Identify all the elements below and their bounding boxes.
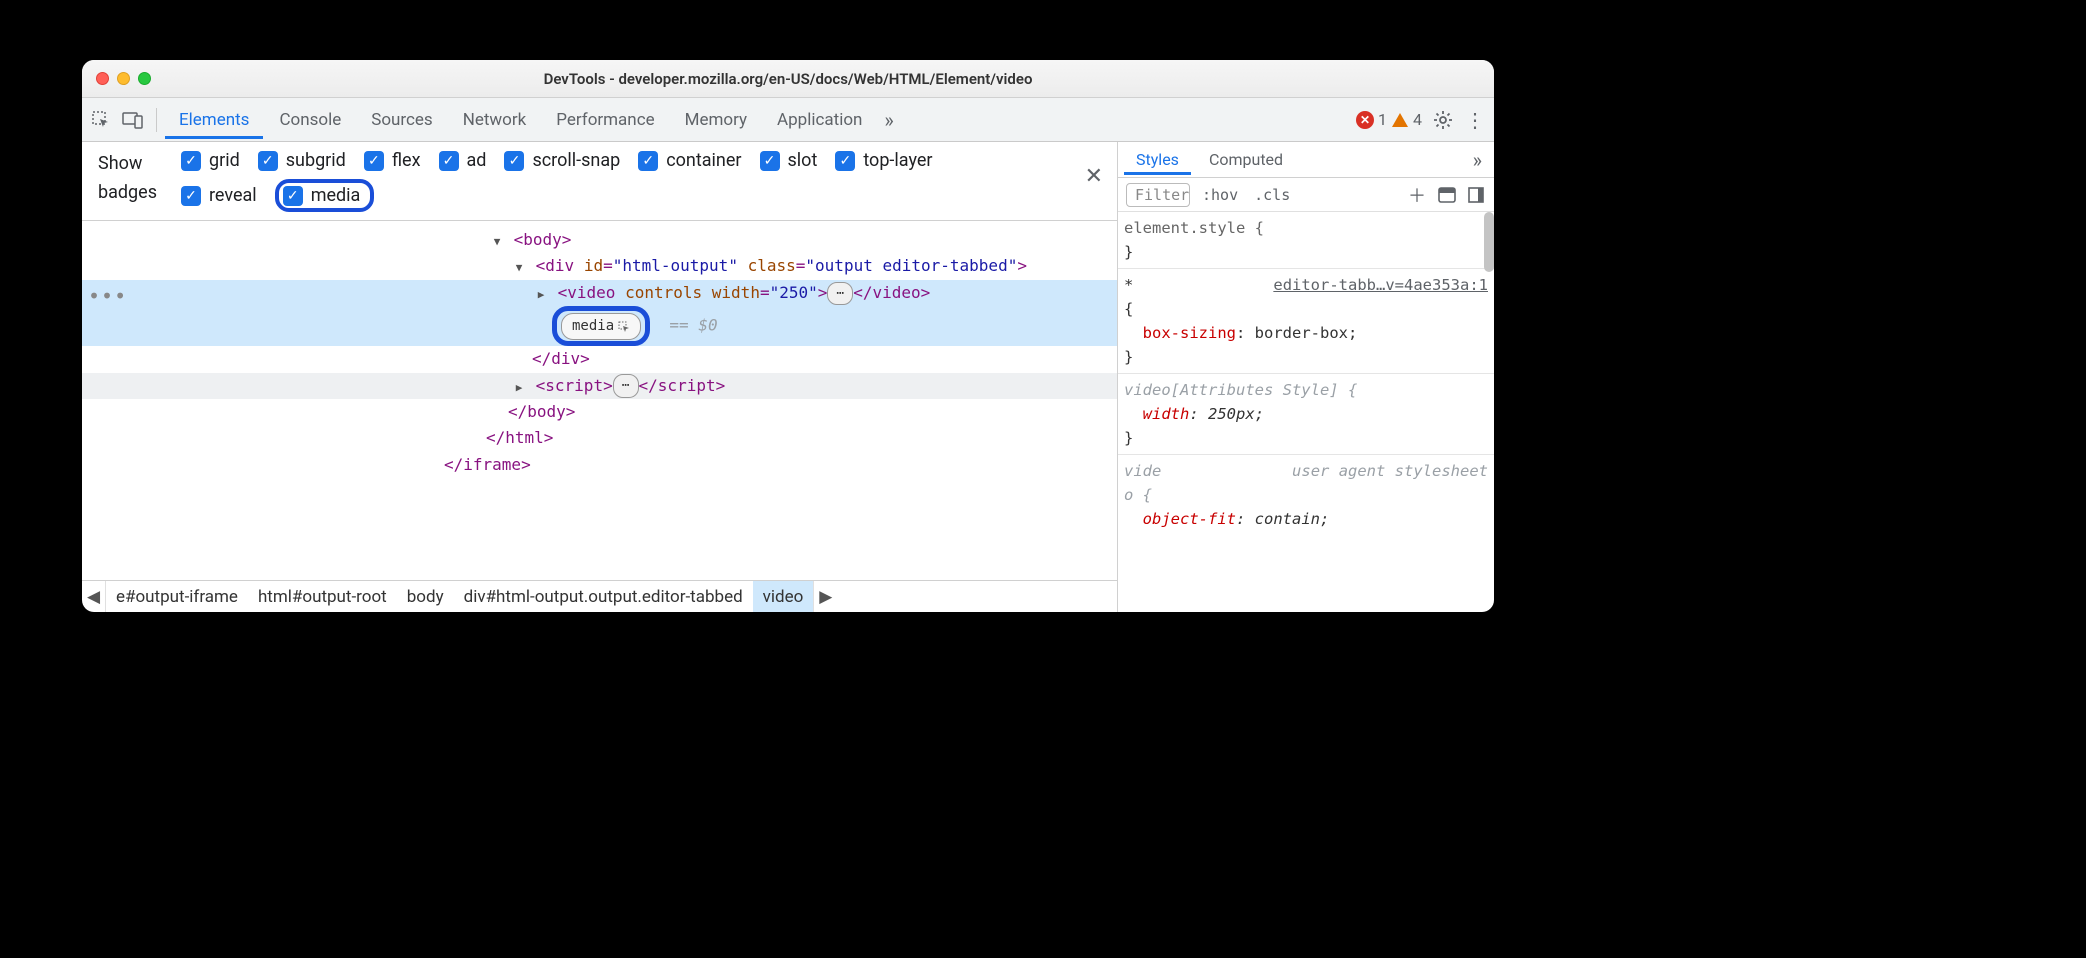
breadcrumb-item[interactable]: e#output-iframe [106,581,248,612]
breadcrumb-scroll-right[interactable]: ▶ [813,581,837,612]
tree-node-body-close[interactable]: </body> [82,399,1117,425]
warning-icon [1391,111,1409,129]
warning-count: 4 [1413,110,1422,129]
badges-panel: Show badges ✓grid ✓subgrid ✓flex ✓ad ✓sc… [82,142,1117,221]
tab-styles[interactable]: Styles [1124,144,1191,175]
window-title: DevTools - developer.mozilla.org/en-US/d… [82,70,1494,88]
close-window-button[interactable] [96,72,109,85]
tab-console[interactable]: Console [265,101,355,139]
caret-down-icon[interactable] [512,253,526,279]
issue-counts[interactable]: ✕ 1 4 [1352,110,1426,129]
zoom-window-button[interactable] [138,72,151,85]
more-tabs-icon[interactable]: » [878,108,899,132]
checkbox-icon: ✓ [835,151,855,171]
traffic-lights [82,72,151,85]
badge-scroll-snap[interactable]: ✓scroll-snap [504,150,620,171]
tab-elements[interactable]: Elements [165,101,263,139]
tab-network[interactable]: Network [449,101,541,139]
checkbox-icon: ✓ [504,151,524,171]
error-icon: ✕ [1356,111,1374,129]
media-badge[interactable]: media [561,313,641,340]
tab-sources[interactable]: Sources [357,101,446,139]
checkbox-icon: ✓ [760,151,780,171]
devtools-tabbar: Elements Console Sources Network Perform… [82,98,1494,142]
inspect-icon[interactable] [86,105,116,135]
more-menu-icon[interactable]: ⋮ [1460,105,1490,135]
devtools-window: DevTools - developer.mozilla.org/en-US/d… [82,60,1494,612]
checkbox-icon: ✓ [181,186,201,206]
ellipsis-pill[interactable]: ⋯ [613,374,639,397]
inspect-mini-icon [618,321,630,333]
window-titlebar: DevTools - developer.mozilla.org/en-US/d… [82,60,1494,98]
dom-tree[interactable]: <body> <div id="html-output" class="outp… [82,221,1117,580]
tree-node-iframe-close[interactable]: </iframe> [82,452,1117,478]
badge-grid[interactable]: ✓grid [181,150,240,171]
breadcrumb-scroll-left[interactable]: ◀ [82,581,106,612]
device-toggle-icon[interactable] [118,105,148,135]
breadcrumb-bar: ◀ e#output-iframe html#output-root body … [82,580,1117,612]
checkbox-icon: ✓ [364,151,384,171]
styles-toolbar: Filter :hov .cls ＋ [1118,178,1494,212]
breadcrumb-item[interactable]: html#output-root [248,581,397,612]
badge-flex[interactable]: ✓flex [364,150,421,171]
checkbox-icon: ✓ [181,151,201,171]
ellipsis-pill[interactable]: ⋯ [827,282,853,305]
badge-media[interactable]: ✓media [275,179,375,212]
badge-container[interactable]: ✓container [638,150,741,171]
error-count: 1 [1378,110,1387,129]
tree-node-div-close[interactable]: </div> [82,346,1117,372]
checkbox-icon: ✓ [439,151,459,171]
new-rule-icon[interactable]: ＋ [1404,182,1426,208]
breadcrumb-item[interactable]: div#html-output.output.editor-tabbed [454,581,753,612]
badge-slot[interactable]: ✓slot [760,150,818,171]
tree-node-video-selected[interactable]: ••• <video controls width="250">⋯</video… [82,280,1117,306]
styles-tabbar: Styles Computed » [1118,142,1494,178]
badges-label: Show badges [98,150,157,208]
tree-node-div[interactable]: <div id="html-output" class="output edit… [82,253,1117,279]
tab-performance[interactable]: Performance [542,101,668,139]
hov-toggle[interactable]: :hov [1198,186,1242,204]
close-icon[interactable]: ✕ [1085,164,1103,189]
styles-panel: Styles Computed » Filter :hov .cls ＋ [1118,142,1494,612]
source-link[interactable]: editor-tabb…v=4ae353a:1 [1273,273,1488,297]
styles-rules[interactable]: element.style { } * editor-tabb…v=4ae353… [1118,212,1494,612]
minimize-window-button[interactable] [117,72,130,85]
caret-right-icon[interactable] [534,280,548,306]
badge-top-layer[interactable]: ✓top-layer [835,150,932,171]
tab-application[interactable]: Application [763,101,876,139]
badges-grid: ✓grid ✓subgrid ✓flex ✓ad ✓scroll-snap ✓c… [181,150,1001,212]
tree-node-body[interactable]: <body> [82,227,1117,253]
tab-computed[interactable]: Computed [1197,144,1295,175]
tree-node-media-badge[interactable]: media == $0 [82,306,1117,346]
checkbox-icon: ✓ [258,151,278,171]
settings-icon[interactable] [1428,105,1458,135]
ellipsis-icon[interactable]: ••• [88,280,127,313]
breadcrumb-item-selected[interactable]: video [753,581,814,612]
badge-reveal[interactable]: ✓reveal [181,185,257,206]
scrollbar-thumb[interactable] [1484,212,1494,272]
breadcrumb-item[interactable]: body [397,581,454,612]
cls-toggle[interactable]: .cls [1250,186,1294,204]
computed-sidebar-icon[interactable] [1434,187,1456,203]
checkbox-icon: ✓ [283,186,303,206]
styles-filter-input[interactable]: Filter [1126,183,1190,207]
tab-memory[interactable]: Memory [671,101,761,139]
caret-right-icon[interactable] [512,373,526,399]
badge-ad[interactable]: ✓ad [439,150,487,171]
more-tabs-icon[interactable]: » [1467,148,1488,172]
toggle-sidebar-icon[interactable] [1464,187,1486,203]
separator [156,108,157,132]
checkbox-icon: ✓ [638,151,658,171]
badge-subgrid[interactable]: ✓subgrid [258,150,346,171]
caret-down-icon[interactable] [490,227,504,253]
elements-panel: Show badges ✓grid ✓subgrid ✓flex ✓ad ✓sc… [82,142,1118,612]
tree-node-script[interactable]: <script>⋯</script> [82,373,1117,399]
main-row: Show badges ✓grid ✓subgrid ✓flex ✓ad ✓sc… [82,142,1494,612]
media-badge-highlight: media [552,306,650,346]
tree-node-html-close[interactable]: </html> [82,425,1117,451]
